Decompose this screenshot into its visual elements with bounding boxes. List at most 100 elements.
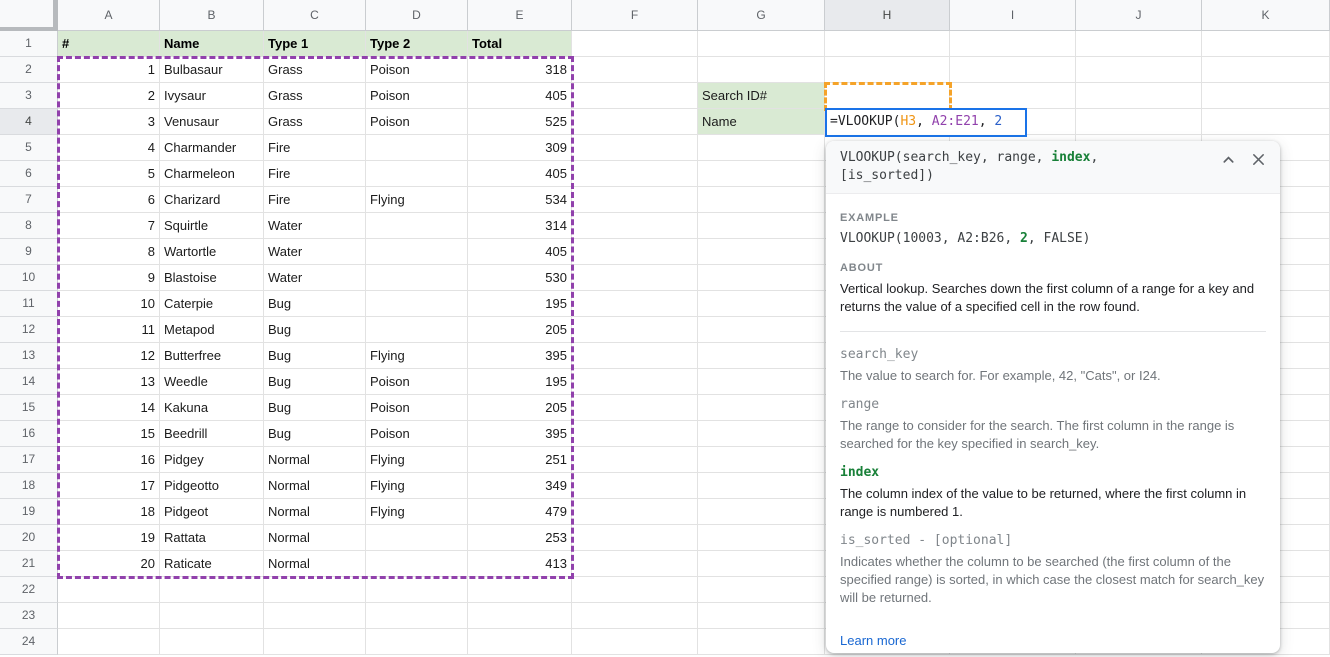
cell-E9[interactable]: 405 [468, 239, 572, 265]
cell-A18[interactable]: 17 [58, 473, 160, 499]
cell-E12[interactable]: 205 [468, 317, 572, 343]
cell-F21[interactable] [572, 551, 698, 577]
column-header-E[interactable]: E [468, 0, 572, 31]
cell-D3[interactable]: Poison [366, 83, 468, 109]
row-header-5[interactable]: 5 [0, 135, 58, 161]
cell-B12[interactable]: Metapod [160, 317, 264, 343]
cell-D4[interactable]: Poison [366, 109, 468, 135]
cell-G3[interactable]: Search ID# [698, 83, 825, 109]
row-header-10[interactable]: 10 [0, 265, 58, 291]
cell-B23[interactable] [160, 603, 264, 629]
row-header-13[interactable]: 13 [0, 343, 58, 369]
cell-F2[interactable] [572, 57, 698, 83]
formula-editor[interactable]: =VLOOKUP(H3, A2:E21, 2 [825, 108, 1027, 137]
cell-A21[interactable]: 20 [58, 551, 160, 577]
cell-F7[interactable] [572, 187, 698, 213]
cell-I1[interactable] [950, 31, 1076, 57]
cell-E7[interactable]: 534 [468, 187, 572, 213]
cell-B5[interactable]: Charmander [160, 135, 264, 161]
row-header-18[interactable]: 18 [0, 473, 58, 499]
cell-F23[interactable] [572, 603, 698, 629]
cell-G4[interactable]: Name [698, 109, 825, 135]
cell-A17[interactable]: 16 [58, 447, 160, 473]
cell-K4[interactable] [1202, 109, 1330, 135]
row-header-2[interactable]: 2 [0, 57, 58, 83]
cell-G6[interactable] [698, 161, 825, 187]
cell-J2[interactable] [1076, 57, 1202, 83]
cell-D24[interactable] [366, 629, 468, 655]
cell-D14[interactable]: Poison [366, 369, 468, 395]
cell-D22[interactable] [366, 577, 468, 603]
cell-A15[interactable]: 14 [58, 395, 160, 421]
cell-E2[interactable]: 318 [468, 57, 572, 83]
cell-C1[interactable]: Type 1 [264, 31, 366, 57]
cell-B24[interactable] [160, 629, 264, 655]
cell-G5[interactable] [698, 135, 825, 161]
cell-B8[interactable]: Squirtle [160, 213, 264, 239]
cell-B1[interactable]: Name [160, 31, 264, 57]
cell-A13[interactable]: 12 [58, 343, 160, 369]
cell-D21[interactable] [366, 551, 468, 577]
cell-C4[interactable]: Grass [264, 109, 366, 135]
cell-C8[interactable]: Water [264, 213, 366, 239]
cell-D15[interactable]: Poison [366, 395, 468, 421]
cell-E10[interactable]: 530 [468, 265, 572, 291]
cell-C15[interactable]: Bug [264, 395, 366, 421]
cell-J1[interactable] [1076, 31, 1202, 57]
cell-E5[interactable]: 309 [468, 135, 572, 161]
cell-B14[interactable]: Weedle [160, 369, 264, 395]
cell-C3[interactable]: Grass [264, 83, 366, 109]
cell-A6[interactable]: 5 [58, 161, 160, 187]
cell-B11[interactable]: Caterpie [160, 291, 264, 317]
row-header-7[interactable]: 7 [0, 187, 58, 213]
cell-A8[interactable]: 7 [58, 213, 160, 239]
cell-B19[interactable]: Pidgeot [160, 499, 264, 525]
cell-E6[interactable]: 405 [468, 161, 572, 187]
cell-G19[interactable] [698, 499, 825, 525]
column-header-H[interactable]: H [825, 0, 950, 31]
cell-C18[interactable]: Normal [264, 473, 366, 499]
cell-C19[interactable]: Normal [264, 499, 366, 525]
cell-H1[interactable] [825, 31, 950, 57]
cell-E18[interactable]: 349 [468, 473, 572, 499]
close-icon[interactable] [1251, 152, 1266, 167]
cell-G24[interactable] [698, 629, 825, 655]
cell-D5[interactable] [366, 135, 468, 161]
cell-A20[interactable]: 19 [58, 525, 160, 551]
row-header-20[interactable]: 20 [0, 525, 58, 551]
cell-A22[interactable] [58, 577, 160, 603]
cell-F4[interactable] [572, 109, 698, 135]
cell-F5[interactable] [572, 135, 698, 161]
cell-G1[interactable] [698, 31, 825, 57]
cell-C10[interactable]: Water [264, 265, 366, 291]
cell-G18[interactable] [698, 473, 825, 499]
cell-A19[interactable]: 18 [58, 499, 160, 525]
column-header-G[interactable]: G [698, 0, 825, 31]
row-header-8[interactable]: 8 [0, 213, 58, 239]
cell-A12[interactable]: 11 [58, 317, 160, 343]
cell-A2[interactable]: 1 [58, 57, 160, 83]
row-header-12[interactable]: 12 [0, 317, 58, 343]
row-header-9[interactable]: 9 [0, 239, 58, 265]
cell-A14[interactable]: 13 [58, 369, 160, 395]
cell-G17[interactable] [698, 447, 825, 473]
cell-A1[interactable]: # [58, 31, 160, 57]
cell-C20[interactable]: Normal [264, 525, 366, 551]
cell-F9[interactable] [572, 239, 698, 265]
cell-C7[interactable]: Fire [264, 187, 366, 213]
cell-E22[interactable] [468, 577, 572, 603]
cell-E23[interactable] [468, 603, 572, 629]
cell-F6[interactable] [572, 161, 698, 187]
row-header-22[interactable]: 22 [0, 577, 58, 603]
column-header-F[interactable]: F [572, 0, 698, 31]
cell-B10[interactable]: Blastoise [160, 265, 264, 291]
cell-G20[interactable] [698, 525, 825, 551]
row-header-3[interactable]: 3 [0, 83, 58, 109]
row-header-16[interactable]: 16 [0, 421, 58, 447]
cell-G16[interactable] [698, 421, 825, 447]
cell-D9[interactable] [366, 239, 468, 265]
cell-C6[interactable]: Fire [264, 161, 366, 187]
cell-F10[interactable] [572, 265, 698, 291]
cell-F3[interactable] [572, 83, 698, 109]
cell-C21[interactable]: Normal [264, 551, 366, 577]
